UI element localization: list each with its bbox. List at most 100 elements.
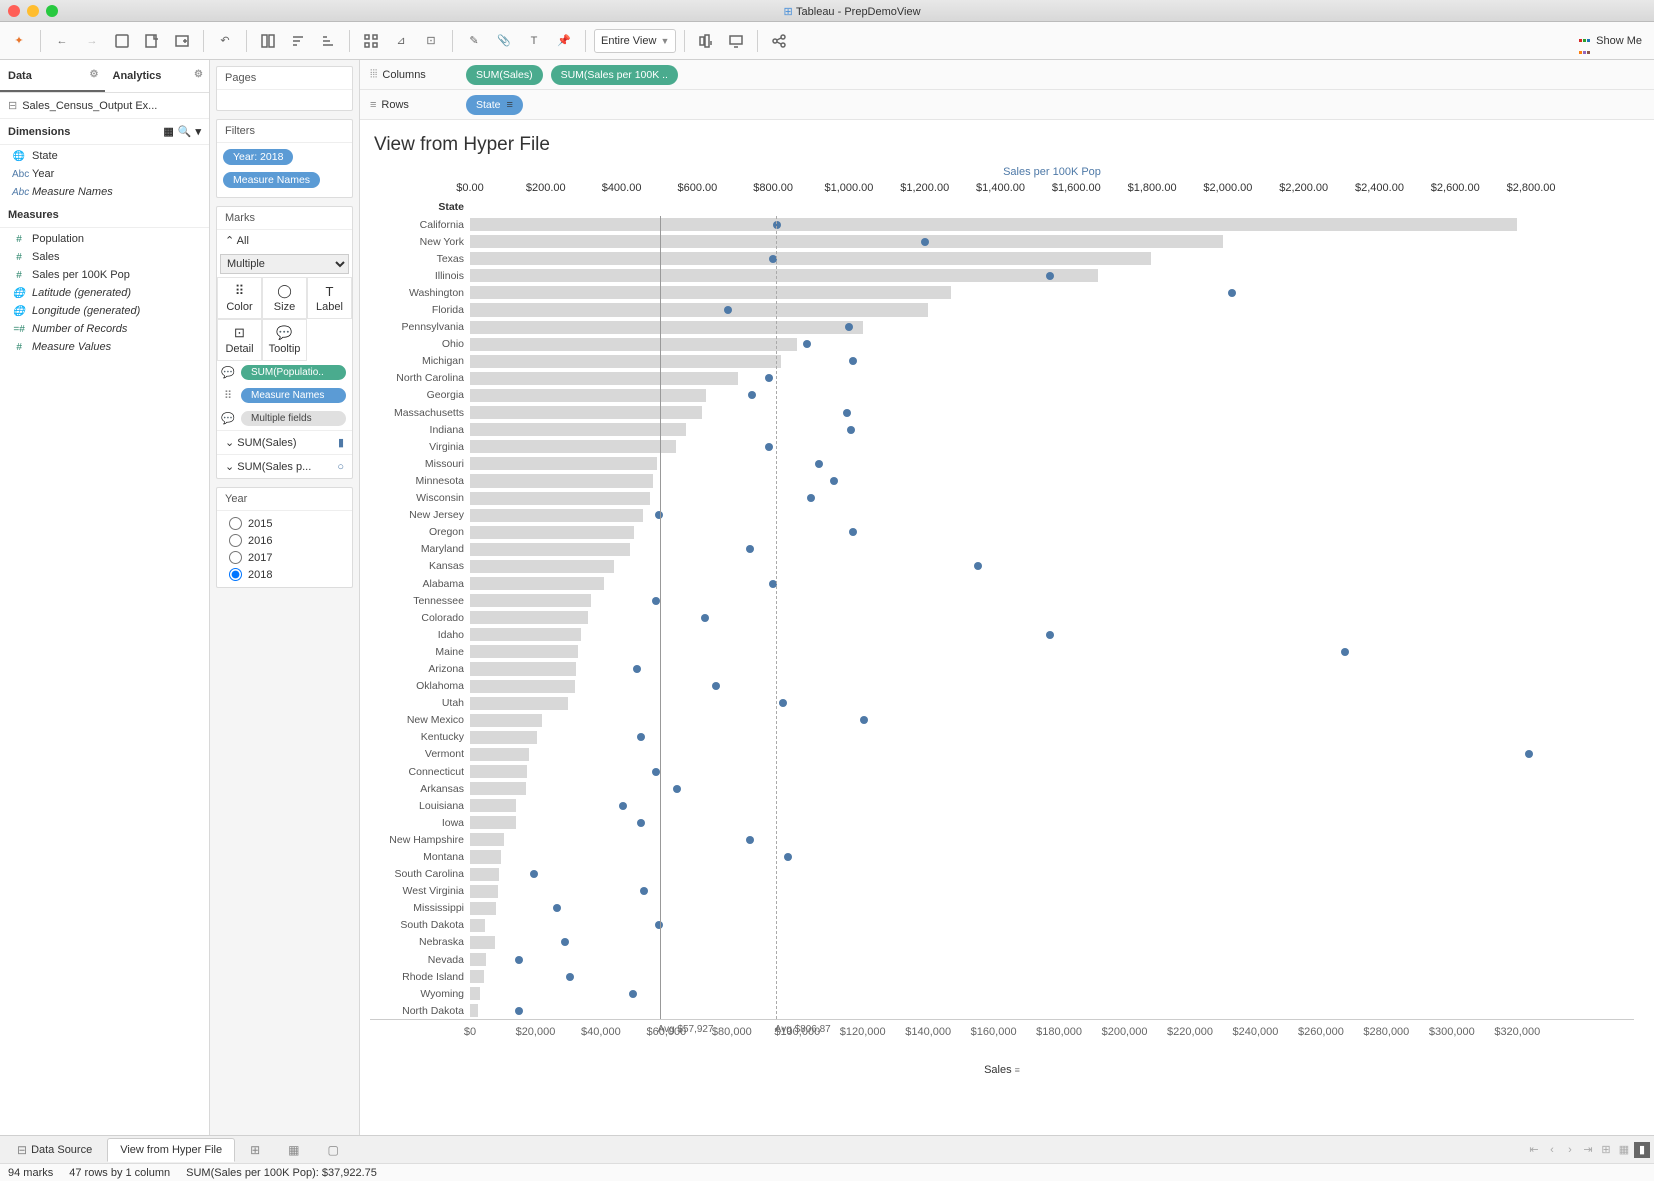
chart-row[interactable]: Michigan: [370, 353, 1634, 370]
bar-mark[interactable]: [470, 662, 576, 675]
shelf-pill[interactable]: State≡: [466, 95, 523, 115]
bar-mark[interactable]: [470, 850, 501, 863]
dot-mark[interactable]: [815, 460, 823, 468]
dot-mark[interactable]: [765, 374, 773, 382]
grid-view-icon[interactable]: ⊞: [1598, 1142, 1614, 1158]
chart-row[interactable]: Oklahoma: [370, 678, 1634, 695]
fit-selector[interactable]: Entire View▼: [594, 29, 676, 53]
dot-mark[interactable]: [860, 716, 868, 724]
chart-row[interactable]: Florida: [370, 301, 1634, 318]
swap-icon[interactable]: [255, 28, 281, 54]
chart-row[interactable]: Maine: [370, 643, 1634, 660]
chart-row[interactable]: North Carolina: [370, 370, 1634, 387]
dot-mark[interactable]: [746, 836, 754, 844]
bar-mark[interactable]: [470, 560, 614, 573]
new-worksheet-button[interactable]: ⊞: [237, 1137, 273, 1163]
dot-mark[interactable]: [784, 853, 792, 861]
chart-row[interactable]: Texas: [370, 250, 1634, 267]
dot-mark[interactable]: [807, 494, 815, 502]
dot-mark[interactable]: [566, 973, 574, 981]
new-worksheet-icon[interactable]: [169, 28, 195, 54]
marks-detail-button[interactable]: ⊡Detail: [217, 319, 262, 361]
dot-mark[interactable]: [843, 409, 851, 417]
chart-row[interactable]: Mississippi: [370, 900, 1634, 917]
dot-mark[interactable]: [974, 562, 982, 570]
chart-row[interactable]: New Hampshire: [370, 831, 1634, 848]
dot-mark[interactable]: [652, 768, 660, 776]
dot-mark[interactable]: [673, 785, 681, 793]
chart-row[interactable]: Iowa: [370, 814, 1634, 831]
chart-row[interactable]: Kentucky: [370, 729, 1634, 746]
sort-asc-icon[interactable]: [285, 28, 311, 54]
bar-mark[interactable]: [470, 902, 496, 915]
text-icon[interactable]: T: [521, 28, 547, 54]
bar-mark[interactable]: [470, 235, 1223, 248]
bar-mark[interactable]: [470, 423, 686, 436]
worksheet-icon[interactable]: ⊡: [418, 28, 444, 54]
chart-row[interactable]: South Carolina: [370, 866, 1634, 883]
close-icon[interactable]: [8, 5, 20, 17]
chart-row[interactable]: Vermont: [370, 746, 1634, 763]
new-story-button[interactable]: ▢: [315, 1137, 352, 1163]
year-option[interactable]: 2016: [221, 532, 348, 549]
dot-mark[interactable]: [712, 682, 720, 690]
dot-mark[interactable]: [637, 733, 645, 741]
chart-row[interactable]: North Dakota: [370, 1002, 1634, 1019]
dimension-field[interactable]: 🌐State: [0, 147, 209, 165]
bar-mark[interactable]: [470, 868, 499, 881]
bar-mark[interactable]: [470, 526, 634, 539]
marks-all-toggle[interactable]: ⌃ All: [217, 230, 352, 251]
bar-mark[interactable]: [470, 303, 928, 316]
chart-row[interactable]: New Jersey: [370, 507, 1634, 524]
datasource-row[interactable]: ⊟Sales_Census_Output Ex...: [0, 93, 209, 119]
bar-mark[interactable]: [470, 321, 863, 334]
marks-color-button[interactable]: ⠿Color: [217, 277, 262, 319]
chart-row[interactable]: Minnesota: [370, 472, 1634, 489]
dot-mark[interactable]: [724, 306, 732, 314]
bar-mark[interactable]: [470, 1004, 478, 1017]
chart-row[interactable]: Louisiana: [370, 797, 1634, 814]
dot-mark[interactable]: [803, 340, 811, 348]
dot-mark[interactable]: [637, 819, 645, 827]
chart-row[interactable]: Tennessee: [370, 592, 1634, 609]
bar-mark[interactable]: [470, 543, 630, 556]
chart-row[interactable]: Arizona: [370, 660, 1634, 677]
tab-sheet[interactable]: View from Hyper File: [107, 1138, 235, 1162]
dot-mark[interactable]: [515, 956, 523, 964]
measure-field[interactable]: 🌐Longitude (generated): [0, 302, 209, 320]
chart-row[interactable]: Washington: [370, 284, 1634, 301]
chart-row[interactable]: Missouri: [370, 455, 1634, 472]
cards-icon[interactable]: [693, 28, 719, 54]
bar-mark[interactable]: [470, 218, 1517, 231]
dot-mark[interactable]: [921, 238, 929, 246]
filmstrip-icon[interactable]: ▦: [1616, 1142, 1632, 1158]
chart-row[interactable]: Utah: [370, 695, 1634, 712]
bar-mark[interactable]: [470, 919, 485, 932]
marks-sumsales[interactable]: ⌄ SUM(Sales)▮: [217, 430, 352, 454]
marks-sumsalesper[interactable]: ⌄ SUM(Sales p...○: [217, 454, 352, 478]
maximize-icon[interactable]: [46, 5, 58, 17]
measure-field[interactable]: #Population: [0, 230, 209, 248]
dot-mark[interactable]: [633, 665, 641, 673]
radio-input[interactable]: [229, 517, 242, 530]
rows-shelf[interactable]: ≡Rows State≡: [360, 90, 1654, 120]
bar-mark[interactable]: [470, 714, 542, 727]
bar-mark[interactable]: [470, 611, 588, 624]
marks-size-button[interactable]: ◯Size: [262, 277, 307, 319]
gear-icon[interactable]: ⚙: [90, 69, 99, 80]
dot-mark[interactable]: [849, 528, 857, 536]
dot-mark[interactable]: [553, 904, 561, 912]
bar-mark[interactable]: [470, 457, 657, 470]
chart-row[interactable]: Ohio: [370, 336, 1634, 353]
minimize-icon[interactable]: [27, 5, 39, 17]
radio-input[interactable]: [229, 551, 242, 564]
chart-row[interactable]: Kansas: [370, 558, 1634, 575]
dot-mark[interactable]: [779, 699, 787, 707]
first-tab-icon[interactable]: ⇤: [1526, 1142, 1542, 1158]
bar-mark[interactable]: [470, 953, 486, 966]
group-icon[interactable]: ⊿: [388, 28, 414, 54]
highlight-icon[interactable]: ✎: [461, 28, 487, 54]
tab-data[interactable]: Data⚙: [0, 60, 105, 92]
chart-row[interactable]: California: [370, 216, 1634, 233]
chart-row[interactable]: Alabama: [370, 575, 1634, 592]
